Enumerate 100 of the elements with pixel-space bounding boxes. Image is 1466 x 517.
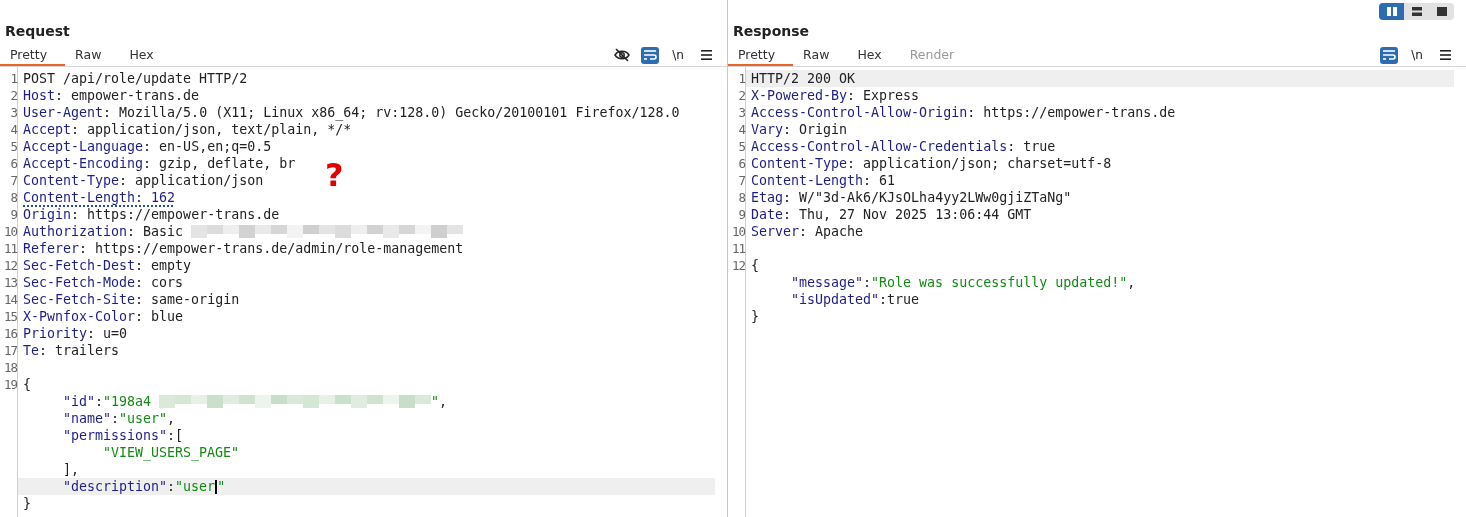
header-name: User-Agent <box>23 104 104 121</box>
menu-icon <box>1439 50 1451 60</box>
code-text: : same-origin <box>135 291 240 308</box>
code-text: : empower-trans.de <box>55 87 200 104</box>
view-tab[interactable]: Pretty <box>728 44 794 66</box>
code-text: : Thu, 27 Nov 2025 13:06:44 GMT <box>783 206 1032 223</box>
line-number: 1 <box>9 70 17 87</box>
view-tab[interactable]: Hex <box>847 44 900 66</box>
text-cursor <box>215 479 218 494</box>
code-text: } <box>751 308 759 325</box>
code-text: : Apache <box>799 223 864 240</box>
header-name: Sec-Fetch-Site <box>23 291 136 308</box>
visibility-toggle-button[interactable] <box>613 46 631 64</box>
code-text: : <box>95 393 104 410</box>
line-number: 4 <box>737 121 745 138</box>
header-name: Accept-Language <box>23 138 144 155</box>
header-name: Date <box>751 206 784 223</box>
header-name: Content-Type <box>751 155 848 172</box>
code-text: : application/json; charset=utf-8 <box>847 155 1112 172</box>
header-name: X-Pwnfox-Color <box>23 308 136 325</box>
code-text: : en-US,en;q=0.5 <box>143 138 272 155</box>
pane-title: Request <box>4 22 71 41</box>
code-text: } <box>23 495 31 512</box>
view-tab[interactable]: Pretty <box>0 44 66 66</box>
line-number: 3 <box>9 104 17 121</box>
code-text: : application/json <box>119 172 264 189</box>
word-wrap-button[interactable] <box>641 46 659 64</box>
code-text: : true <box>1007 138 1056 155</box>
code-text: :true <box>879 291 920 308</box>
newline-toggle[interactable]: \n <box>1408 46 1426 64</box>
header-name: "id" <box>63 393 96 410</box>
header-name: Sec-Fetch-Dest <box>23 257 136 274</box>
code-text: : empty <box>135 257 192 274</box>
eye-slash-icon <box>614 48 630 62</box>
code-text: :[ <box>167 427 184 444</box>
string-literal: "198a4 <box>103 393 152 410</box>
word-wrap-button[interactable] <box>1380 46 1398 64</box>
line-number: 9 <box>9 206 17 223</box>
header-name: Referer <box>23 240 80 257</box>
line-number: 12 <box>730 257 745 274</box>
header-name: Access-Control-Allow-Credentials <box>751 138 1008 155</box>
view-tab[interactable]: Raw <box>65 44 120 66</box>
header-name: "description" <box>63 478 168 495</box>
wrap-icon <box>1382 49 1396 61</box>
line-number: 14 <box>2 291 17 308</box>
code-text: : <box>863 274 872 291</box>
header-name: Sec-Fetch-Mode <box>23 274 136 291</box>
line-number: 7 <box>9 172 17 189</box>
header-name: Content-Length <box>751 172 864 189</box>
line-number: 11 <box>2 240 17 257</box>
code-text: : https://empower-trans.de/admin/role-management <box>79 240 464 257</box>
line-number: 3 <box>737 104 745 121</box>
code-text: : Origin <box>783 121 848 138</box>
header-name: "permissions" <box>63 427 168 444</box>
code-text: : Express <box>847 87 920 104</box>
header-name: Priority <box>23 325 88 342</box>
header-name: Te <box>23 342 39 359</box>
string-literal: " <box>217 478 226 495</box>
view-tab[interactable]: Raw <box>793 44 848 66</box>
pane-title: Response <box>732 22 811 41</box>
line-number: 8 <box>737 189 745 206</box>
layout-button[interactable] <box>1379 3 1404 20</box>
code-text: : blue <box>135 308 184 325</box>
line-number: 4 <box>9 121 17 138</box>
line-number: 2 <box>737 87 745 104</box>
code-text: , <box>167 410 176 427</box>
line-number: 15 <box>2 308 17 325</box>
code-text: : trailers <box>39 342 120 359</box>
two-rows-icon <box>1411 7 1422 16</box>
header-name: Etag <box>751 189 784 206</box>
question-mark-annotation: ? <box>325 157 344 193</box>
wrap-icon <box>643 49 657 61</box>
string-literal: "user" <box>119 410 168 427</box>
header-name: Host <box>23 87 56 104</box>
code-text: , <box>439 393 448 410</box>
view-tab[interactable]: Hex <box>119 44 172 66</box>
code-text: : Basic <box>127 223 184 240</box>
underlined-header: Content-Length: 162 <box>23 189 176 206</box>
line-number: 18 <box>2 359 17 376</box>
code-text: : gzip, deflate, br <box>143 155 296 172</box>
line-number: 12 <box>2 257 17 274</box>
code-text: { <box>23 376 31 393</box>
code-text: : W/"3d-Ak6/KJsOLha4yy2LWw0gjiZTaNg" <box>783 189 1072 206</box>
code-text: ], <box>63 461 79 478</box>
code-text: { <box>751 257 759 274</box>
code-text: , <box>1127 274 1136 291</box>
code-text: : https://empower-trans.de <box>967 104 1176 121</box>
string-literal: "VIEW_USERS_PAGE" <box>103 444 240 461</box>
menu-icon <box>700 50 712 60</box>
header-name: "message" <box>791 274 864 291</box>
single-pane-icon <box>1436 7 1447 16</box>
header-name: Accept <box>23 121 72 138</box>
line-number: 8 <box>9 189 17 206</box>
code-text: : https://empower-trans.de <box>71 206 280 223</box>
code-text: : 61 <box>863 172 896 189</box>
code-text: : <box>111 410 120 427</box>
line-number: 16 <box>2 325 17 342</box>
line-number: 9 <box>737 206 745 223</box>
newline-toggle[interactable]: \n <box>669 46 687 64</box>
code-text: : cors <box>135 274 184 291</box>
